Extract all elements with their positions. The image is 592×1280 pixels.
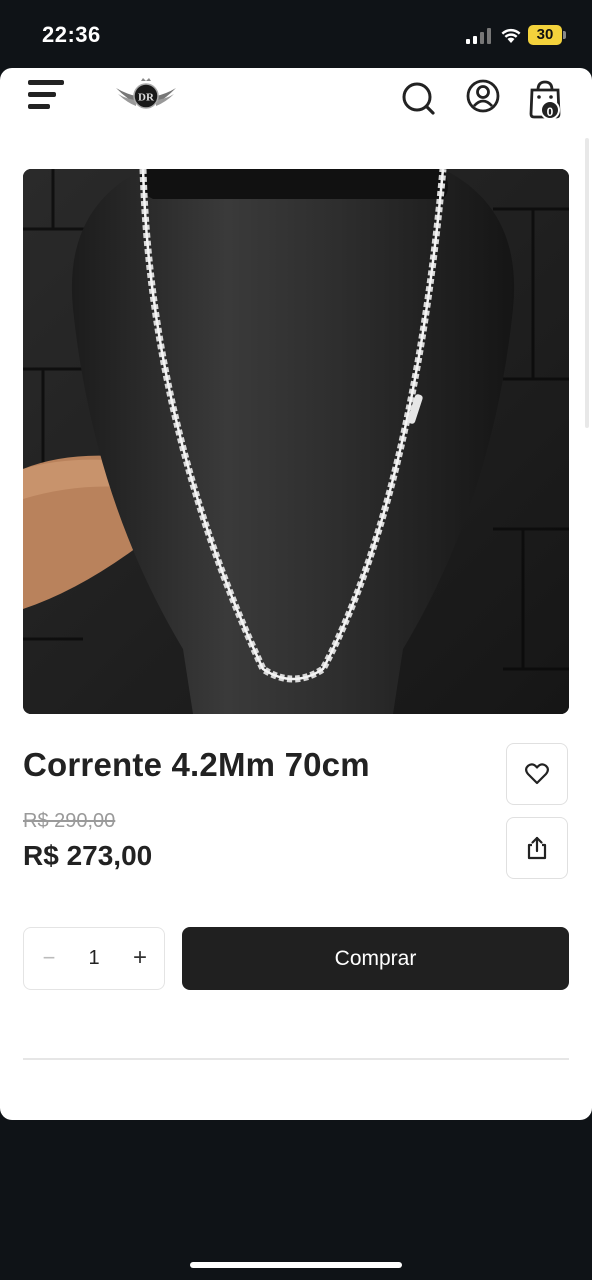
signal-icon — [466, 28, 491, 44]
cart-count-badge: 0 — [540, 100, 560, 120]
logo-text: DR — [138, 92, 155, 104]
account-icon[interactable] — [465, 78, 501, 114]
share-button[interactable] — [506, 817, 568, 879]
menu-icon[interactable] — [28, 80, 66, 114]
home-indicator[interactable] — [190, 1262, 402, 1268]
buy-button[interactable]: Comprar — [182, 927, 569, 990]
divider — [23, 1058, 569, 1060]
quantity-stepper[interactable]: − 1 + — [23, 927, 165, 990]
status-bar: 22:36 30 — [0, 0, 592, 68]
product-page: DR 0 Corrente 4.2Mm 70cm R$ 290,00 R$ 27… — [0, 68, 592, 1120]
share-icon — [527, 836, 547, 860]
minus-icon[interactable]: − — [34, 928, 64, 988]
battery-level: 30 — [536, 26, 554, 43]
site-header: DR 0 — [0, 68, 592, 146]
necklace-photo — [23, 169, 569, 714]
scrollbar[interactable] — [585, 138, 589, 428]
heart-icon — [525, 763, 549, 785]
product-title: Corrente 4.2Mm 70cm — [23, 746, 370, 783]
logo[interactable]: DR — [114, 78, 178, 114]
search-icon[interactable] — [400, 80, 436, 116]
wifi-icon — [501, 28, 521, 43]
current-price: R$ 273,00 — [23, 840, 153, 871]
plus-icon[interactable]: + — [124, 928, 156, 988]
status-time: 22:36 — [42, 22, 101, 47]
original-price: R$ 290,00 — [23, 810, 116, 832]
battery-icon: 30 — [528, 25, 566, 45]
quantity-value[interactable]: 1 — [74, 928, 114, 988]
product-image[interactable] — [23, 169, 569, 714]
wishlist-button[interactable] — [506, 743, 568, 805]
